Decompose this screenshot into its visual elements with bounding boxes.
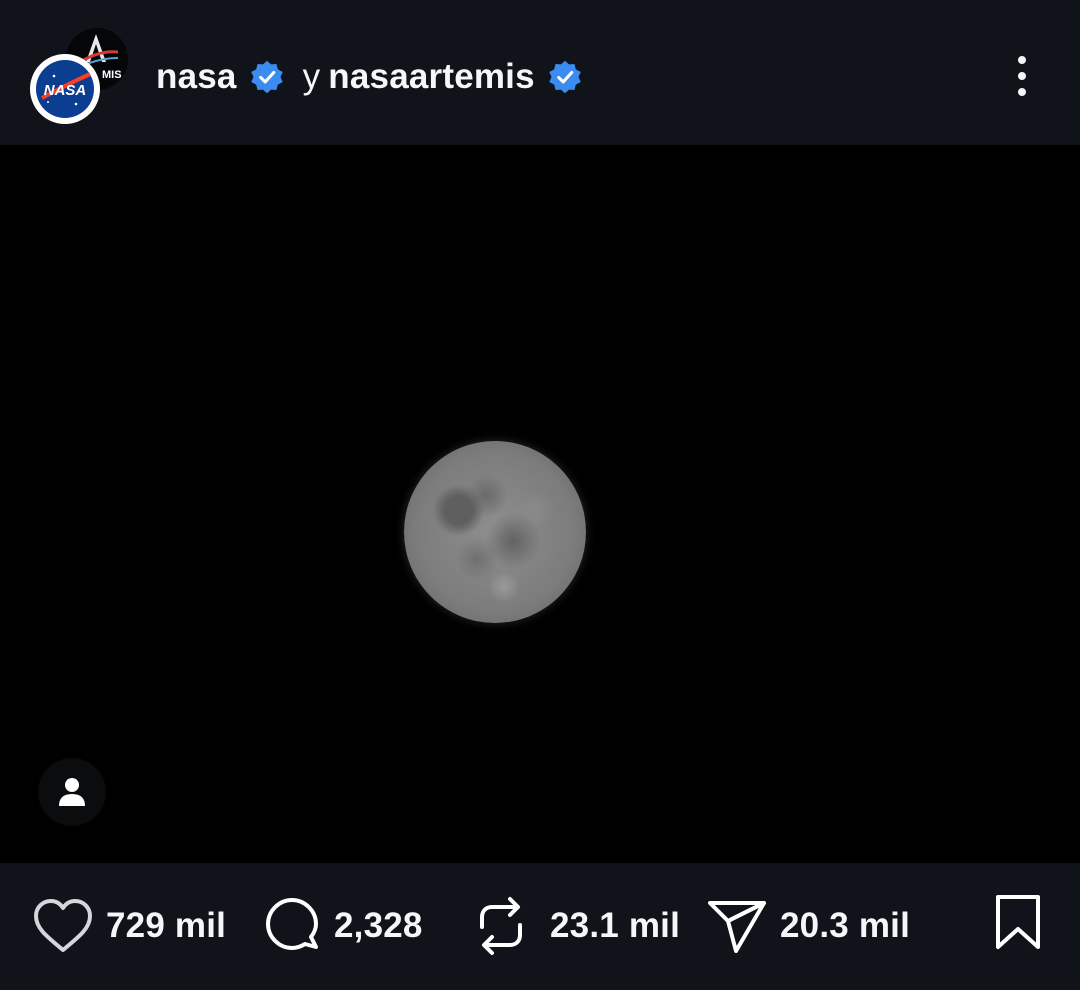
verified-badge-icon — [250, 60, 283, 94]
comment-icon — [266, 898, 318, 950]
post-image[interactable] — [0, 145, 1080, 863]
tag-person-icon — [59, 778, 85, 806]
like-button[interactable]: 729 mil — [32, 893, 226, 959]
post-authors: nasa y nasaartemis — [156, 52, 583, 102]
repost-button[interactable]: 23.1 mil — [472, 893, 680, 959]
tagged-users-button[interactable] — [38, 758, 106, 826]
more-dot — [1018, 88, 1026, 96]
comment-count: 2,328 — [334, 906, 423, 945]
svg-text:MIS: MIS — [102, 69, 122, 81]
more-dot — [1018, 72, 1026, 80]
like-count: 729 mil — [106, 906, 227, 945]
author-name-nasa[interactable]: nasa — [156, 57, 237, 97]
share-button[interactable]: 20.3 mil — [706, 893, 910, 959]
bookmark-icon — [996, 895, 1040, 949]
share-count: 20.3 mil — [780, 906, 911, 945]
verified-badge-icon — [549, 60, 581, 94]
author-name-nasaartemis[interactable]: nasaartemis — [328, 57, 535, 97]
bookmark-button[interactable] — [992, 893, 1044, 953]
author-connector: y — [302, 57, 321, 96]
moon-photo — [404, 441, 586, 623]
more-options-icon[interactable] — [1002, 52, 1042, 100]
comment-button[interactable]: 2,328 — [262, 893, 423, 959]
share-icon — [708, 901, 766, 953]
nasa-meatball-icon: NASA — [36, 60, 94, 118]
repost-icon — [480, 897, 522, 955]
svg-text:NASA: NASA — [44, 82, 87, 99]
action-bar: 729 mil 2,328 23.1 mil 20.3 mil — [0, 863, 1080, 990]
collab-avatars[interactable]: MIS NASA — [30, 26, 130, 126]
post-header: MIS NASA nasa y nasaartemis — [0, 0, 1080, 145]
heart-icon — [34, 899, 92, 952]
avatar-nasa[interactable]: NASA — [30, 54, 100, 124]
more-dot — [1018, 56, 1026, 64]
repost-count: 23.1 mil — [550, 906, 681, 945]
